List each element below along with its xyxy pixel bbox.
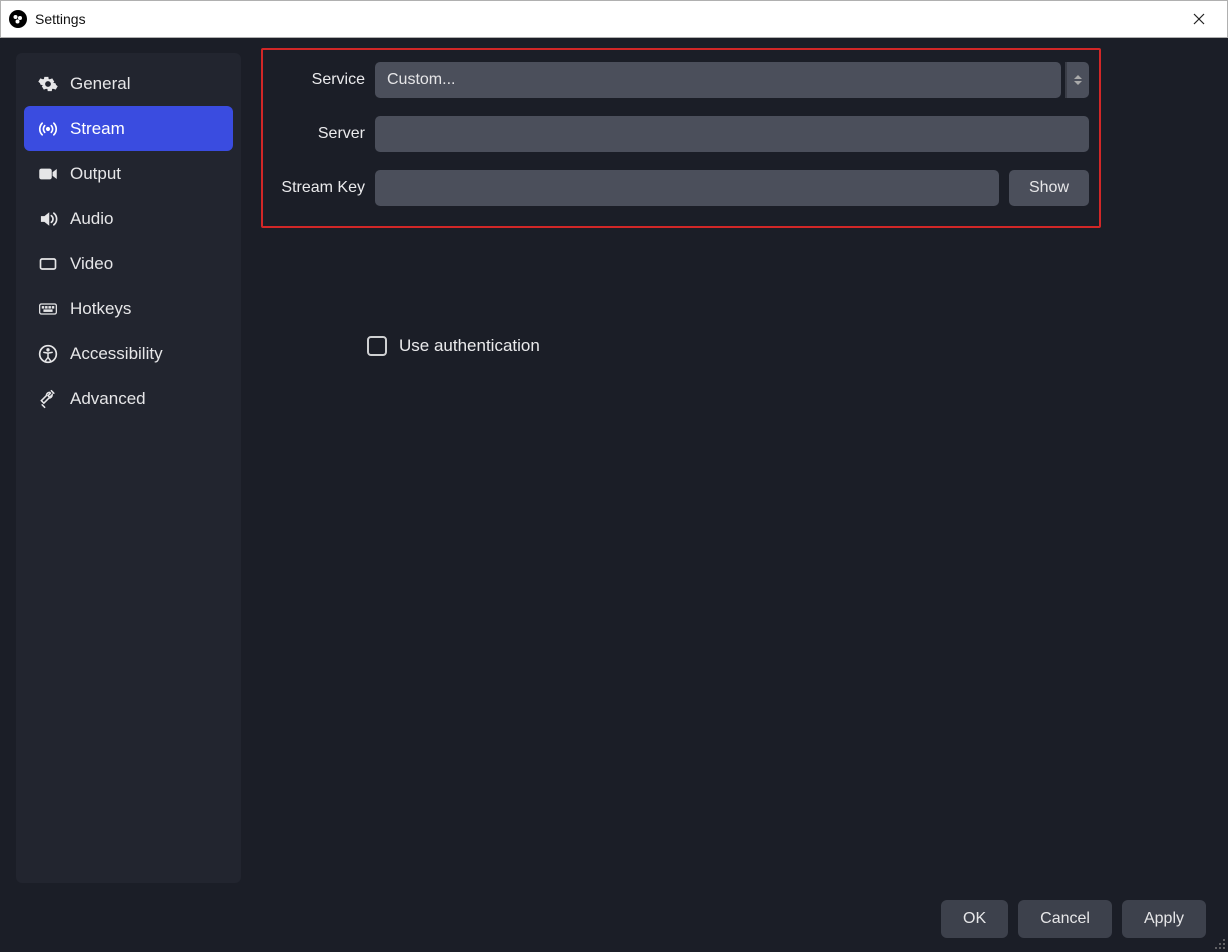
service-select[interactable]: Custom... (375, 62, 1061, 98)
service-row: Service Custom... (273, 62, 1089, 98)
body: General Stream Output Audio Video (0, 38, 1228, 952)
titlebar: Settings (0, 0, 1228, 38)
sidebar-item-output[interactable]: Output (24, 151, 233, 196)
stream-settings-highlight: Service Custom... Server Stream Key Show (261, 48, 1101, 228)
use-authentication-label: Use authentication (399, 336, 540, 356)
close-button[interactable] (1179, 4, 1219, 34)
streamkey-label: Stream Key (273, 179, 365, 197)
sidebar-item-general[interactable]: General (24, 61, 233, 106)
cancel-button[interactable]: Cancel (1018, 900, 1112, 938)
server-row: Server (273, 116, 1089, 152)
sidebar-item-label: Video (70, 254, 113, 274)
use-authentication-checkbox[interactable] (367, 336, 387, 356)
sidebar-item-label: General (70, 74, 130, 94)
resize-grip-icon[interactable] (1212, 936, 1226, 950)
select-spinner-icon[interactable] (1065, 62, 1089, 98)
server-label: Server (273, 125, 365, 143)
audio-icon (38, 209, 58, 229)
app-icon (9, 10, 27, 28)
window-title: Settings (35, 11, 86, 27)
service-value: Custom... (387, 71, 455, 89)
sidebar: General Stream Output Audio Video (16, 53, 241, 883)
dialog-footer: OK Cancel Apply (941, 900, 1206, 938)
titlebar-left: Settings (9, 10, 86, 28)
video-icon (38, 254, 58, 274)
gear-icon (38, 74, 58, 94)
sidebar-item-label: Hotkeys (70, 299, 131, 319)
sidebar-item-video[interactable]: Video (24, 241, 233, 286)
sidebar-item-advanced[interactable]: Advanced (24, 376, 233, 421)
apply-button[interactable]: Apply (1122, 900, 1206, 938)
accessibility-icon (38, 344, 58, 364)
service-label: Service (273, 71, 365, 89)
streamkey-input[interactable] (375, 170, 999, 206)
sidebar-item-label: Audio (70, 209, 113, 229)
sidebar-item-label: Advanced (70, 389, 146, 409)
sidebar-item-label: Stream (70, 119, 125, 139)
ok-button[interactable]: OK (941, 900, 1008, 938)
streamkey-row: Stream Key Show (273, 170, 1089, 206)
server-input[interactable] (375, 116, 1089, 152)
sidebar-item-audio[interactable]: Audio (24, 196, 233, 241)
sidebar-item-accessibility[interactable]: Accessibility (24, 331, 233, 376)
show-button[interactable]: Show (1009, 170, 1089, 206)
output-icon (38, 164, 58, 184)
sidebar-item-label: Accessibility (70, 344, 163, 364)
use-authentication-row: Use authentication (367, 336, 1218, 356)
tools-icon (38, 389, 58, 409)
sidebar-item-label: Output (70, 164, 121, 184)
sidebar-item-hotkeys[interactable]: Hotkeys (24, 286, 233, 331)
keyboard-icon (38, 299, 58, 319)
sidebar-item-stream[interactable]: Stream (24, 106, 233, 151)
main-panel: Service Custom... Server Stream Key Show… (241, 38, 1228, 952)
antenna-icon (38, 119, 58, 139)
